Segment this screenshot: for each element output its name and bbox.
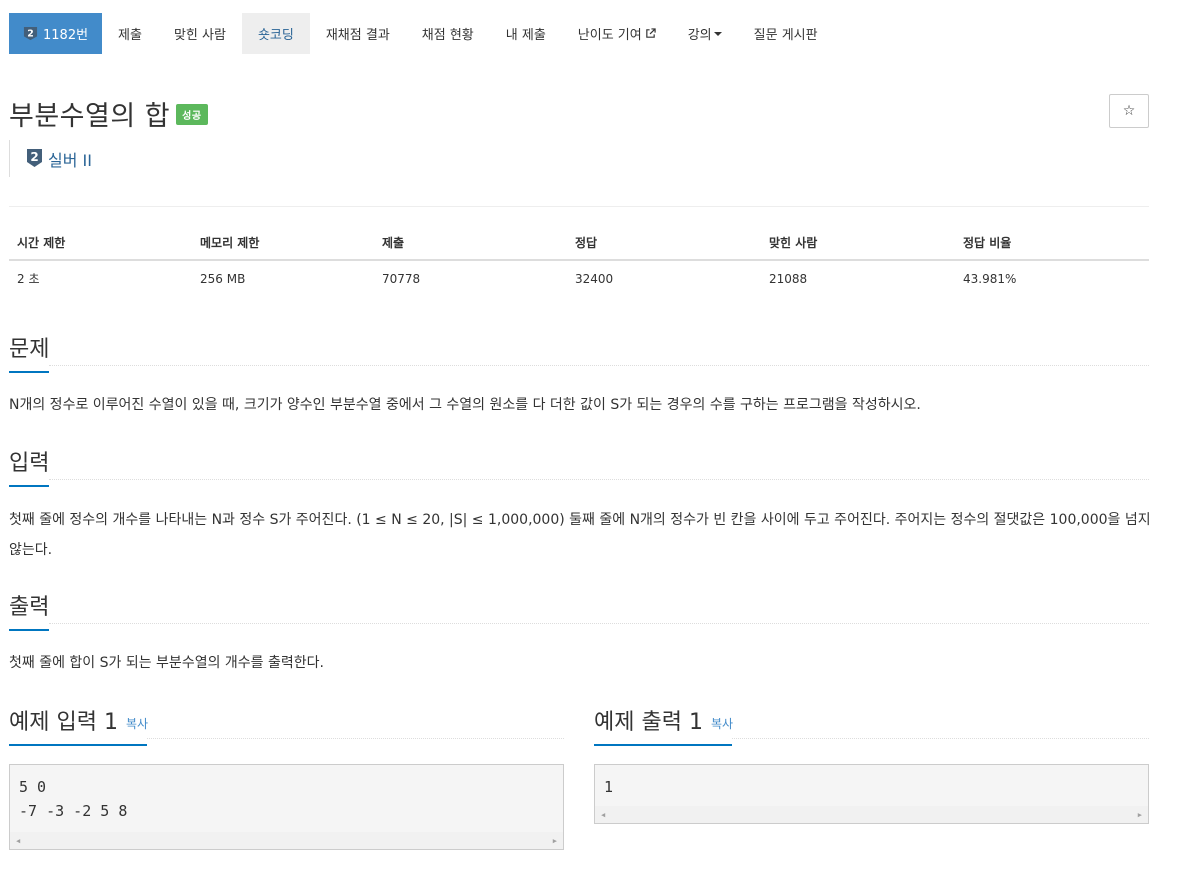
header-submissions: 제출 <box>382 236 405 250</box>
heading-underline <box>594 744 732 746</box>
value-ratio: 43.981% <box>963 271 1017 286</box>
copy-sample-output-link[interactable]: 복사 <box>711 717 733 731</box>
silver-tier-icon: 2 <box>27 149 42 167</box>
sample-input-box[interactable]: 5 0 -7 -3 -2 5 8 ◀ ▶ <box>9 764 564 850</box>
problem-info-table: 시간 제한 메모리 제한 제출 정답 맞힌 사람 정답 비율 2 초 256 M… <box>9 226 1149 296</box>
nav-lectures-label: 강의 <box>687 28 712 43</box>
horizontal-scrollbar[interactable]: ◀ ▶ <box>595 806 1148 823</box>
output-description: 첫째 줄에 합이 S가 되는 부분수열의 개수를 출력한다. <box>9 655 324 671</box>
value-memory-limit: 256 MB <box>200 271 246 286</box>
header-accepted: 정답 <box>575 236 598 250</box>
nav-submit[interactable]: 제출 <box>102 13 158 54</box>
nav-rejudge-results[interactable]: 재채점 결과 <box>310 13 406 54</box>
header-time-limit: 시간 제한 <box>17 236 66 250</box>
nav-difficulty-contribution[interactable]: 난이도 기여 <box>562 13 672 54</box>
tier-label[interactable]: 실버 II <box>48 147 92 171</box>
nav-my-submissions[interactable]: 내 제출 <box>490 13 562 54</box>
page-title: 부분수열의 합 성공 <box>9 94 208 133</box>
divider <box>49 365 1149 366</box>
section-title-output: 출력 <box>9 589 49 631</box>
table-header-row: 시간 제한 메모리 제한 제출 정답 맞힌 사람 정답 비율 <box>9 226 1149 261</box>
external-link-icon <box>645 28 656 38</box>
scroll-right-icon[interactable]: ▶ <box>553 837 557 845</box>
caret-down-icon <box>713 31 722 36</box>
header-solvers: 맞힌 사람 <box>769 236 818 250</box>
section-title-input: 입력 <box>9 445 49 487</box>
star-button[interactable]: ☆ <box>1109 94 1149 128</box>
nav-problem-number-label: 1182번 <box>43 28 89 43</box>
scroll-right-icon[interactable]: ▶ <box>1138 811 1142 819</box>
sample-output-box[interactable]: 1 ◀ ▶ <box>594 764 1149 824</box>
scroll-left-icon[interactable]: ◀ <box>16 837 20 845</box>
header-memory-limit: 메모리 제한 <box>200 236 260 250</box>
heading-underline <box>9 371 49 373</box>
nav-accepted-users[interactable]: 맞힌 사람 <box>158 13 242 54</box>
svg-text:2: 2 <box>27 28 34 39</box>
sample-input-title: 예제 입력 1 복사 <box>9 704 148 746</box>
problem-menu: 2 1182번 제출 맞힌 사람 숏코딩 재채점 결과 채점 현황 내 제출 난… <box>9 13 834 54</box>
copy-sample-input-link[interactable]: 복사 <box>126 717 148 731</box>
divider <box>49 479 1149 480</box>
divider <box>49 623 1149 624</box>
value-submissions: 70778 <box>382 271 421 286</box>
sample-input-text: 5 0 -7 -3 -2 5 8 <box>19 778 128 820</box>
divider <box>732 738 1149 739</box>
result-badge: 성공 <box>176 104 208 125</box>
divider <box>147 738 564 739</box>
value-accepted: 32400 <box>575 271 614 286</box>
sample-output-title: 예제 출력 1 복사 <box>594 704 733 746</box>
nav-problem-number[interactable]: 2 1182번 <box>9 13 103 54</box>
tier-indicator: 2 실버 II <box>9 140 92 177</box>
nav-short-coding[interactable]: 숏코딩 <box>241 13 310 54</box>
nav-lectures-dropdown[interactable]: 강의 <box>672 13 738 54</box>
nav-qna-board[interactable]: 질문 게시판 <box>738 13 834 54</box>
divider <box>9 206 1149 207</box>
nav-difficulty-label: 난이도 기여 <box>577 28 642 43</box>
nav-status[interactable]: 채점 현황 <box>406 13 490 54</box>
scroll-left-icon[interactable]: ◀ <box>601 811 605 819</box>
value-time-limit: 2 초 <box>17 272 40 286</box>
section-title-description: 문제 <box>9 331 49 373</box>
heading-underline <box>9 629 49 631</box>
sample-output-text: 1 <box>604 778 614 796</box>
problem-page: 2 1182번 제출 맞힌 사람 숏코딩 재채점 결과 채점 현황 내 제출 난… <box>0 0 1185 872</box>
heading-underline <box>9 744 147 746</box>
svg-text:2: 2 <box>30 150 38 164</box>
value-solvers: 21088 <box>769 271 808 286</box>
horizontal-scrollbar[interactable]: ◀ ▶ <box>10 832 563 849</box>
table-row: 2 초 256 MB 70778 32400 21088 43.981% <box>9 261 1149 296</box>
silver-tier-icon: 2 <box>23 26 38 41</box>
problem-title: 부분수열의 합 <box>9 101 171 132</box>
header-ratio: 정답 비율 <box>963 236 1012 250</box>
heading-underline <box>9 485 49 487</box>
problem-description: N개의 정수로 이루어진 수열이 있을 때, 크기가 양수인 부분수열 중에서 … <box>9 397 921 413</box>
input-description: 첫째 줄에 정수의 개수를 나타내는 N과 정수 S가 주어진다. (1 ≤ N… <box>9 512 1151 558</box>
